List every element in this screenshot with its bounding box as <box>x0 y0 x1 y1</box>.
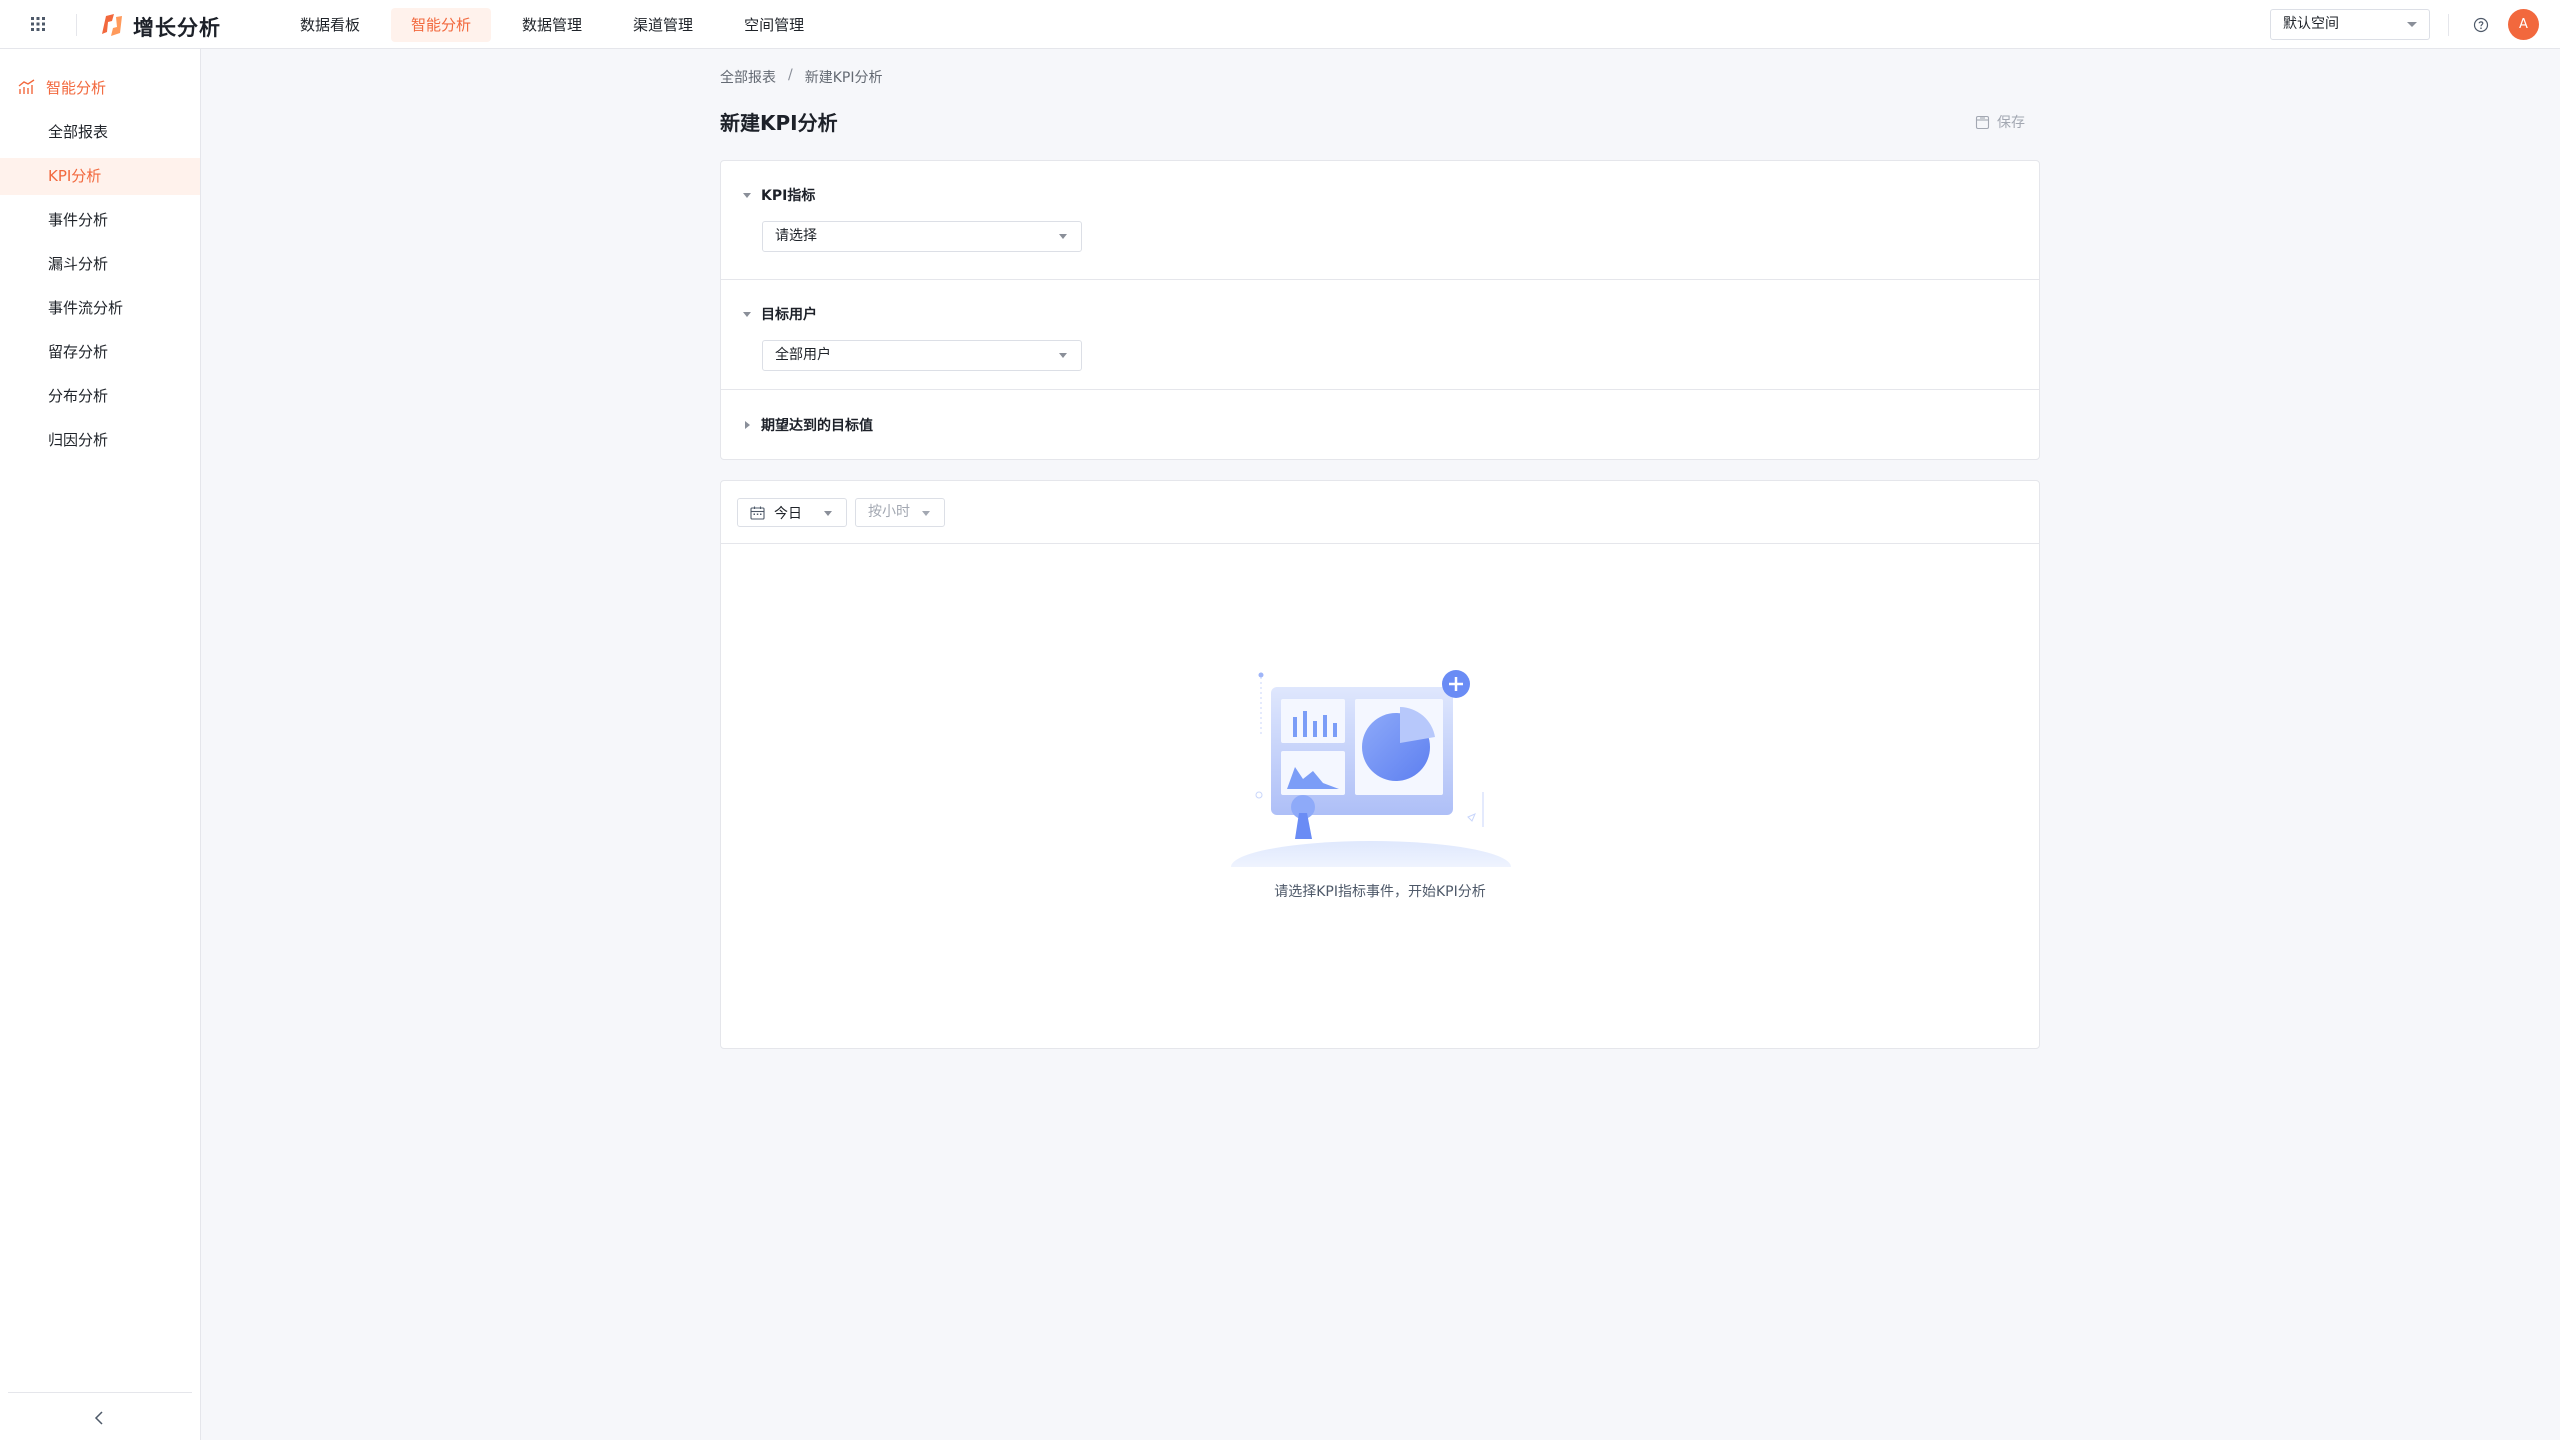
space-select-value: 默认空间 <box>2283 16 2339 32</box>
kpi-metric-header[interactable]: KPI指标 <box>743 185 815 205</box>
target-users-select[interactable]: 全部用户 <box>762 340 1082 371</box>
sidebar-item-attribution-analysis[interactable]: 归因分析 <box>0 422 200 459</box>
save-icon <box>1975 115 1990 129</box>
kpi-metric-section: KPI指标 请选择 <box>721 161 2039 280</box>
sidebar-group-label: 智能分析 <box>46 78 107 97</box>
logo-divider <box>76 14 77 36</box>
kpi-result-panel: 今日 按小时 请选择KPI指标事件，开始KPI分析 <box>720 480 2040 1049</box>
topnav-item-smart-analysis[interactable]: 智能分析 <box>391 8 492 42</box>
goal-value-header[interactable]: 期望达到的目标值 <box>743 415 873 435</box>
app-name: 增长分析 <box>133 16 221 40</box>
top-nav: 数据看板 智能分析 数据管理 渠道管理 空间管理 <box>280 8 835 42</box>
breadcrumb-separator: / <box>788 67 793 83</box>
breadcrumb-all-reports[interactable]: 全部报表 <box>720 67 776 87</box>
space-select[interactable]: 默认空间 <box>2270 9 2430 40</box>
date-range-select[interactable]: 今日 <box>737 498 847 527</box>
sidebar-group-smart-analysis[interactable]: 智能分析 <box>18 77 106 97</box>
chevron-down-icon <box>1059 234 1067 239</box>
topbar-divider <box>2448 14 2449 36</box>
apps-grid-icon[interactable] <box>30 16 46 32</box>
page-title: 新建KPI分析 <box>720 111 838 135</box>
caret-down-icon <box>743 192 751 198</box>
breadcrumb-current: 新建KPI分析 <box>804 70 883 86</box>
sidebar-menu: 全部报表 KPI分析 事件分析 漏斗分析 事件流分析 留存分析 分布分析 归因分… <box>0 114 200 466</box>
analytics-chart-icon <box>18 79 35 94</box>
calendar-icon <box>750 506 765 520</box>
granularity-select[interactable]: 按小时 <box>855 498 945 527</box>
breadcrumb: 全部报表 / 新建KPI分析 <box>720 67 882 87</box>
caret-right-icon <box>745 421 750 429</box>
sidebar-item-event-flow-analysis[interactable]: 事件流分析 <box>0 290 200 327</box>
granularity-value: 按小时 <box>868 504 910 520</box>
target-users-value: 全部用户 <box>775 347 831 363</box>
chevron-down-icon <box>1059 353 1067 358</box>
target-users-header[interactable]: 目标用户 <box>743 304 817 324</box>
kpi-config-panel: KPI指标 请选择 目标用户 全部用户 期望达到的目标值 <box>720 160 2040 460</box>
collapse-sidebar-icon[interactable] <box>92 1410 108 1426</box>
empty-state-message: 请选择KPI指标事件，开始KPI分析 <box>1274 884 1486 900</box>
logo-icon <box>102 14 122 36</box>
result-toolbar: 今日 按小时 <box>721 481 2039 544</box>
target-users-section: 目标用户 全部用户 <box>721 280 2039 390</box>
sidebar-item-event-analysis[interactable]: 事件分析 <box>0 202 200 239</box>
kpi-metric-label: KPI指标 <box>761 188 816 204</box>
goal-value-section: 期望达到的目标值 <box>721 390 2039 460</box>
topnav-item-data-management[interactable]: 数据管理 <box>502 8 602 42</box>
sidebar-item-kpi-analysis[interactable]: KPI分析 <box>0 158 200 195</box>
save-label: 保存 <box>1997 115 2025 131</box>
sidebar: 智能分析 全部报表 KPI分析 事件分析 漏斗分析 事件流分析 留存分析 分布分… <box>0 49 201 1440</box>
chevron-down-icon <box>922 511 930 516</box>
caret-down-icon <box>743 311 751 317</box>
top-bar: 增长分析 数据看板 智能分析 数据管理 渠道管理 空间管理 默认空间 A <box>0 0 2560 49</box>
kpi-metric-placeholder: 请选择 <box>775 228 817 244</box>
empty-state-dashboard-illustration <box>1231 670 1531 887</box>
sidebar-divider <box>8 1392 192 1393</box>
kpi-metric-select[interactable]: 请选择 <box>762 221 1082 252</box>
topnav-item-space-management[interactable]: 空间管理 <box>724 8 824 42</box>
sidebar-item-all-reports[interactable]: 全部报表 <box>0 114 200 151</box>
date-range-value: 今日 <box>774 505 802 522</box>
avatar[interactable]: A <box>2508 9 2539 40</box>
sidebar-item-funnel-analysis[interactable]: 漏斗分析 <box>0 246 200 283</box>
chevron-down-icon <box>824 511 832 516</box>
goal-value-label: 期望达到的目标值 <box>761 418 873 434</box>
topnav-item-channel-management[interactable]: 渠道管理 <box>613 8 713 42</box>
save-button[interactable]: 保存 <box>1975 112 2025 132</box>
topnav-item-dashboard[interactable]: 数据看板 <box>280 8 380 42</box>
sidebar-item-retention-analysis[interactable]: 留存分析 <box>0 334 200 371</box>
help-icon[interactable] <box>2473 17 2489 33</box>
chevron-down-icon <box>2407 22 2417 27</box>
target-users-label: 目标用户 <box>761 307 817 323</box>
sidebar-item-distribution-analysis[interactable]: 分布分析 <box>0 378 200 415</box>
